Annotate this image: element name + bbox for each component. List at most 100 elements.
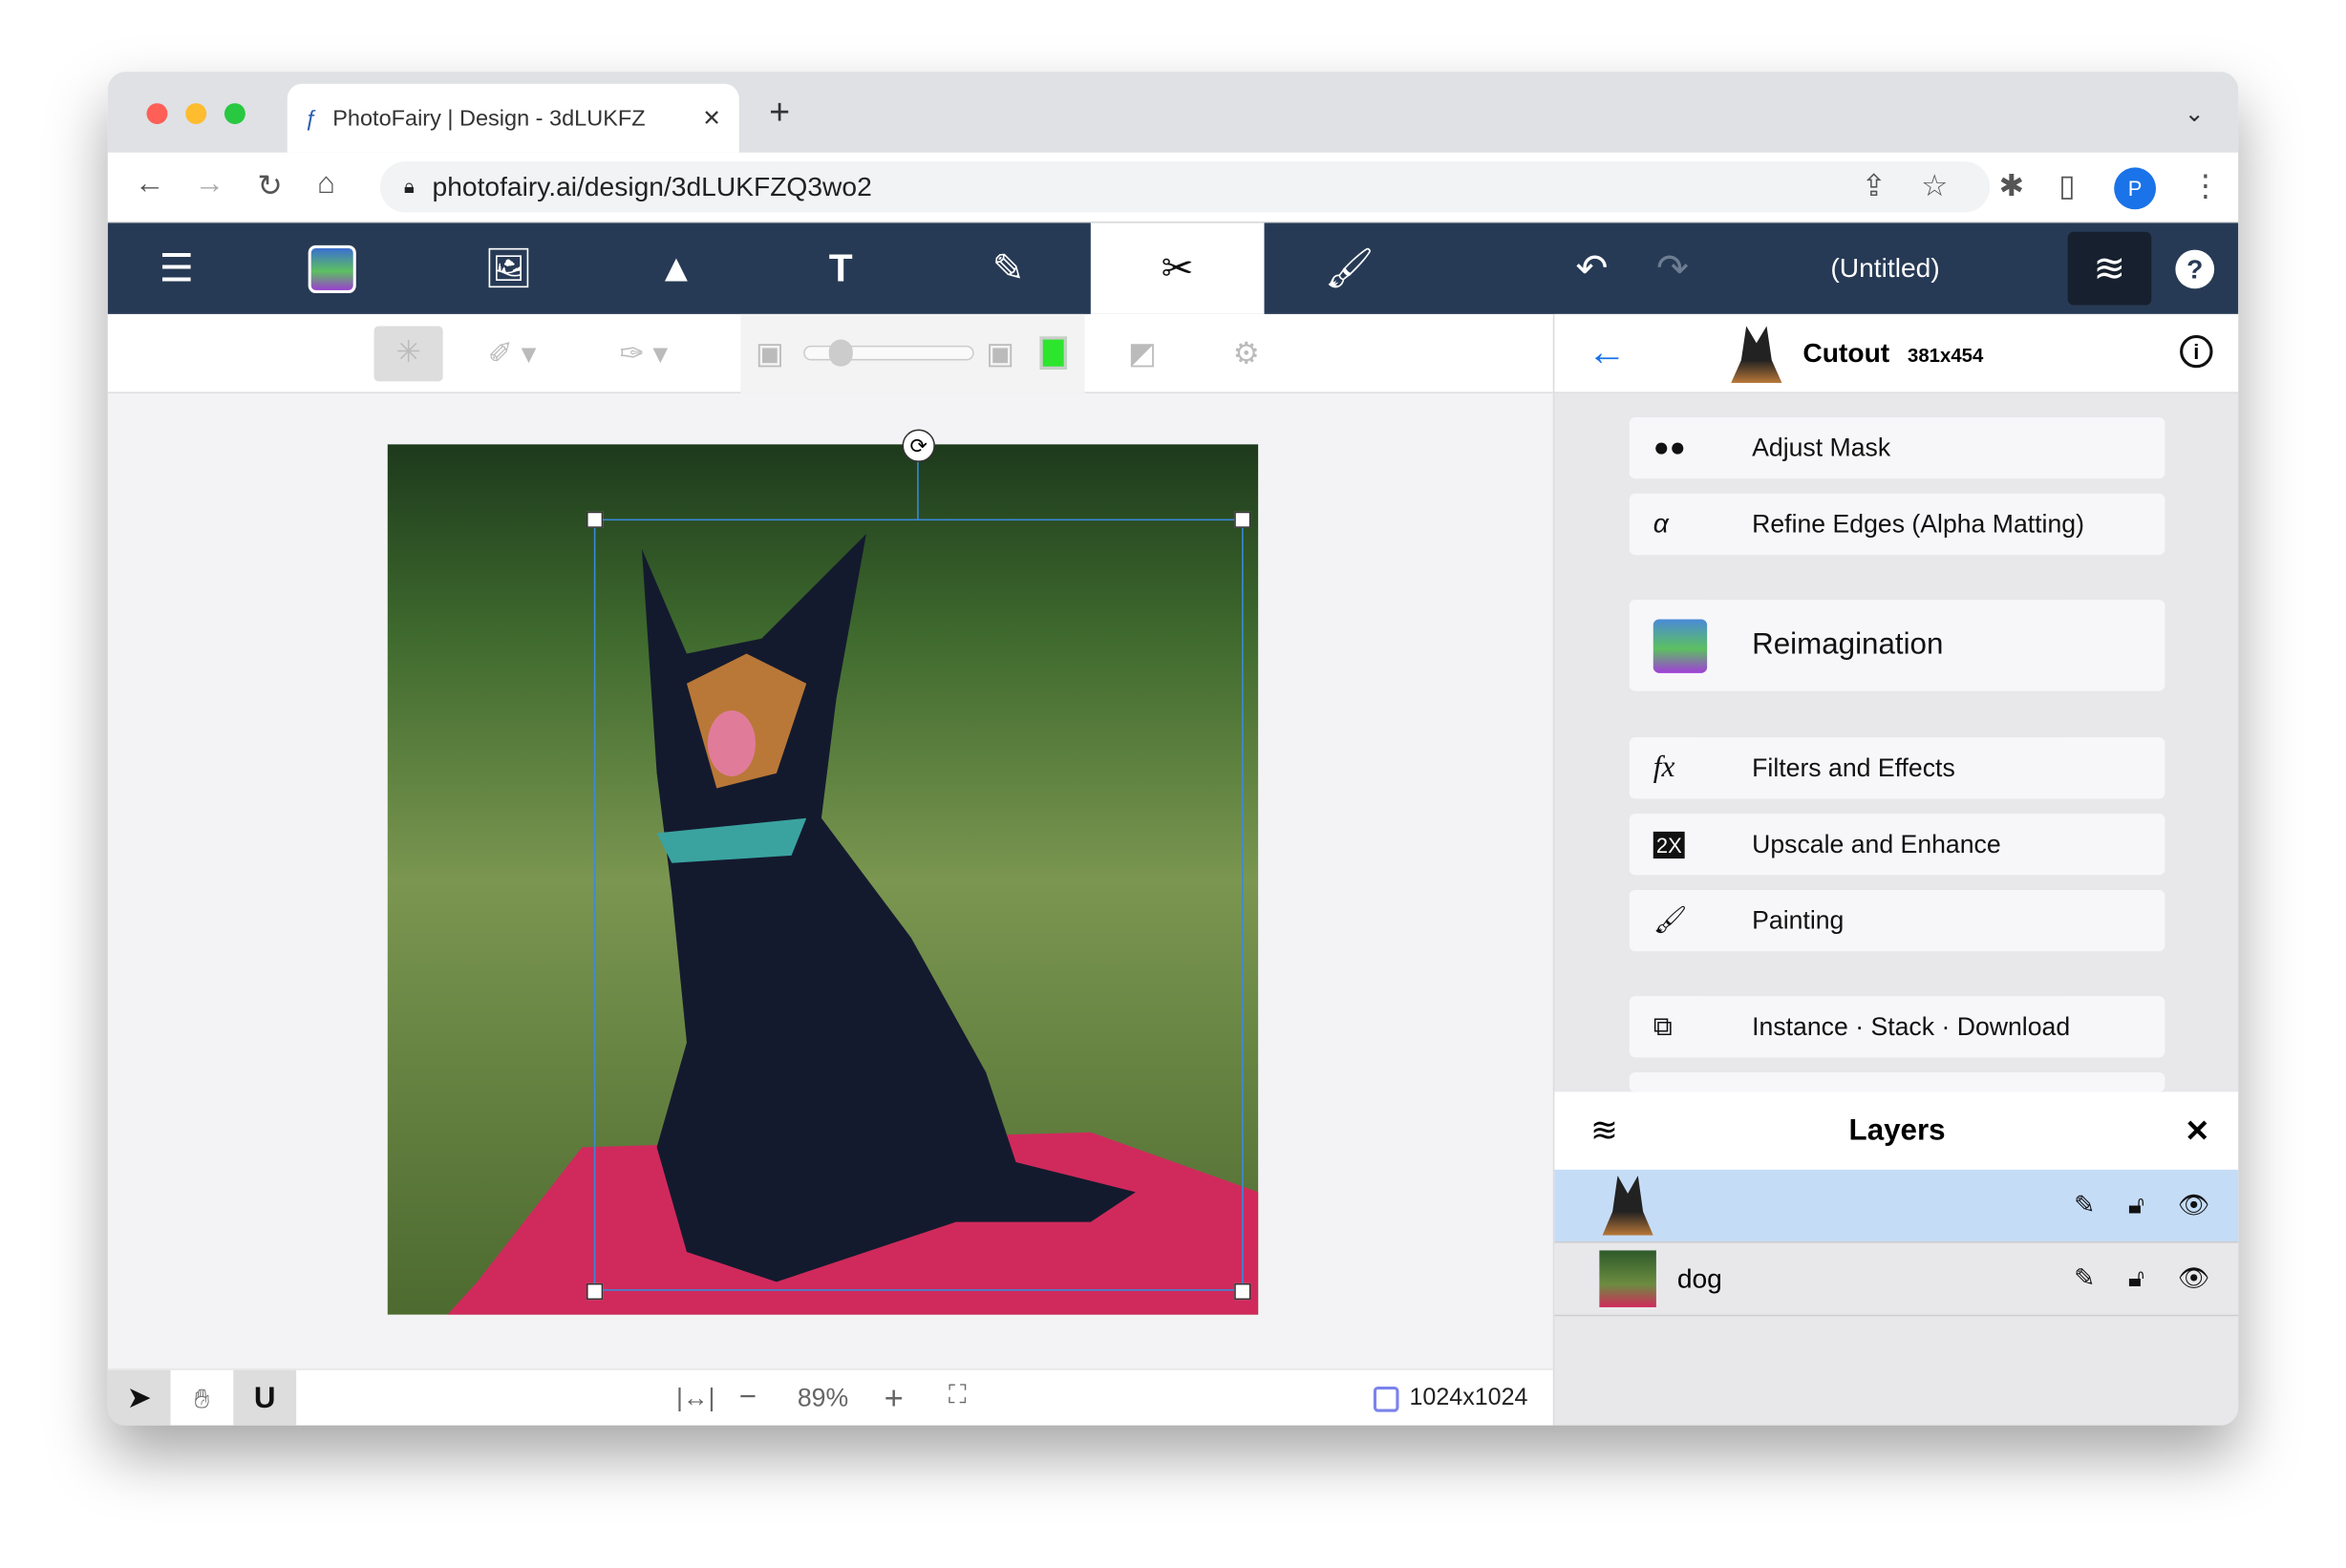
new-tab-button[interactable]: + xyxy=(769,93,790,135)
share-icon[interactable]: ⇪ xyxy=(1861,167,1886,204)
back-arrow-icon[interactable]: ← xyxy=(1588,329,1627,376)
cutout-toolbar: ✳ ✐ ▾ ✑ ▾ ▣ ▣ ◩ ⚙ xyxy=(107,313,1553,393)
menu-refine-edges[interactable]: α Refine Edges (Alpha Matting) xyxy=(1629,493,2165,556)
resize-handle[interactable] xyxy=(1234,511,1251,528)
lock-layer-icon[interactable]: 🔓︎ xyxy=(2128,1191,2144,1220)
app-toolbar: ☰ 🖼︎ ▲ T ✎ ✂ 🖌︎ ↶ ↷ (Untitled) ≋ ? xyxy=(107,222,2239,314)
pan-hand-icon[interactable]: ✋︎ xyxy=(171,1370,234,1426)
canvas-size-icon[interactable] xyxy=(1373,1386,1399,1412)
close-layers-icon[interactable]: ✕ xyxy=(2185,1112,2209,1150)
profile-avatar[interactable]: P xyxy=(2114,167,2157,210)
browser-tab[interactable]: ƒ PhotoFairy | Design - 3dLUKFZ ✕ xyxy=(287,83,739,153)
shapes-tool-icon[interactable]: ▲ xyxy=(631,222,721,314)
mask-icon: ●● xyxy=(1653,432,1686,462)
fairy-logo-icon: ƒ xyxy=(305,105,318,132)
slider-handle[interactable] xyxy=(828,339,853,367)
menu-label: Refine Edges (Alpha Matting) xyxy=(1752,509,2084,539)
select-pointer-icon[interactable]: ➤ xyxy=(107,1369,171,1426)
url-text: photofairy.ai/design/3dLUKFZQ3wo2 xyxy=(432,171,872,201)
upscale-icon-wrap: 2X xyxy=(1630,829,1752,860)
tab-list-chevron-icon[interactable]: ⌄ xyxy=(2185,98,2205,128)
menu-adjust-mask[interactable]: ●● Adjust Mask xyxy=(1629,416,2165,479)
brush-size-group: ▣ ▣ xyxy=(740,313,1085,393)
cutout-tool-icon[interactable]: ✂ xyxy=(1090,222,1265,314)
image-tool-icon[interactable]: 🖼︎ xyxy=(464,222,554,314)
visibility-eye-icon[interactable]: 👁︎ xyxy=(2178,1191,2210,1220)
canvas-area[interactable]: ⟳ xyxy=(107,392,1553,1369)
more-menu-icon[interactable]: ⋮ xyxy=(2190,167,2220,204)
menu-reimagination[interactable]: Reimagination xyxy=(1629,600,2165,691)
menu-filters[interactable]: fx Filters and Effects xyxy=(1629,737,2165,799)
rotate-handle-icon[interactable]: ⟳ xyxy=(902,429,935,462)
document-title[interactable]: (Untitled) xyxy=(1754,253,2017,285)
maximize-window-button[interactable] xyxy=(224,103,245,125)
bookmark-star-icon[interactable]: ☆ xyxy=(1921,167,1948,204)
close-window-button[interactable] xyxy=(146,103,168,125)
layer-row[interactable]: dog ✎ 🔓︎ 👁︎ xyxy=(1554,1242,2239,1317)
brush-size-slider[interactable] xyxy=(803,339,974,367)
tab-bar: ƒ PhotoFairy | Design - 3dLUKFZ ✕ + ⌄ xyxy=(107,72,2239,153)
reimagination-tool-button[interactable] xyxy=(288,222,377,314)
resize-handle[interactable] xyxy=(586,511,604,528)
redo-icon[interactable]: ↷ xyxy=(1628,222,1717,314)
reload-icon[interactable]: ↻ xyxy=(257,167,282,204)
menu-more[interactable] xyxy=(1629,1072,2165,1092)
brush-tool-icon[interactable]: 🖌︎ xyxy=(1305,222,1395,314)
auto-select-button[interactable]: ✳ xyxy=(373,326,443,382)
selection-box[interactable] xyxy=(593,519,1244,1291)
menu-label: Reimagination xyxy=(1752,627,1944,662)
mask-color-swatch[interactable] xyxy=(1039,336,1067,370)
visibility-eye-icon[interactable]: 👁︎ xyxy=(2178,1264,2210,1294)
settings-gear-icon[interactable]: ⚙ xyxy=(1233,335,1260,372)
fullscreen-icon[interactable]: ⛶ xyxy=(949,1381,967,1410)
edit-layer-icon[interactable]: ✎ xyxy=(2074,1191,2095,1220)
url-field[interactable]: 🔒︎ photofairy.ai/design/3dLUKFZQ3wo2 xyxy=(379,161,1991,213)
minimize-window-button[interactable] xyxy=(185,103,207,125)
small-image-icon: ▣ xyxy=(755,337,784,371)
undo-icon[interactable]: ↶ xyxy=(1547,222,1637,314)
menu-label: Upscale and Enhance xyxy=(1752,829,2001,858)
add-brush-icon[interactable]: ✐ ▾ xyxy=(488,335,537,372)
edit-layer-icon[interactable]: ✎ xyxy=(2074,1264,2095,1294)
zoom-in-icon[interactable]: + xyxy=(885,1379,904,1418)
lock-icon: 🔒︎ xyxy=(403,175,415,198)
snap-magnet-icon[interactable]: U xyxy=(233,1369,297,1426)
layers-header: ≋ Layers ✕ xyxy=(1554,1091,2238,1169)
pen-tool-icon[interactable]: ✎ xyxy=(964,222,1054,314)
alpha-icon: α xyxy=(1653,508,1669,539)
brush-icon: 🖌︎ xyxy=(1653,904,1688,935)
tab-title: PhotoFairy | Design - 3dLUKFZ xyxy=(332,105,646,132)
zoom-out-icon[interactable]: − xyxy=(739,1381,757,1415)
back-icon[interactable]: ← xyxy=(135,167,164,201)
canvas-size[interactable]: 1024x1024 xyxy=(1409,1385,1527,1411)
menu-painting[interactable]: 🖌︎ Painting xyxy=(1629,889,2165,952)
menu-label: Filters and Effects xyxy=(1752,752,1955,782)
resize-handle[interactable] xyxy=(586,1282,604,1301)
right-panel: ← Cutout 381x454 i ●● Adjust Mask α Refine… xyxy=(1552,313,2239,1426)
hamburger-menu-icon[interactable]: ☰ xyxy=(132,222,222,314)
help-icon[interactable]: ? xyxy=(2175,249,2215,289)
resize-handle[interactable] xyxy=(1234,1282,1251,1301)
layers-toggle-icon[interactable]: ≋ xyxy=(2067,231,2152,306)
invert-mask-icon[interactable]: ◩ xyxy=(1128,335,1157,372)
address-bar-row: ← → ↻ ⌂ 🔒︎ photofairy.ai/design/3dLUKFZQ… xyxy=(107,152,2239,223)
text-tool-icon[interactable]: T xyxy=(796,222,885,314)
close-tab-icon[interactable]: ✕ xyxy=(702,105,721,132)
menu-label: Painting xyxy=(1752,905,1845,935)
layer-name: dog xyxy=(1676,1262,1722,1294)
bottom-bar: ➤ ✋︎ U |↔| − 89% + ⛶ 1024x1024 xyxy=(107,1368,1553,1426)
side-panel-icon[interactable]: ▯ xyxy=(2058,167,2075,204)
menu-instance-stack-download[interactable]: ⧉ Instance · Stack · Download xyxy=(1629,996,2165,1058)
extensions-icon[interactable]: ✱ xyxy=(1999,167,2024,204)
reimagination-icon xyxy=(1630,618,1752,673)
lock-layer-icon[interactable]: 🔓︎ xyxy=(2128,1264,2144,1294)
home-icon[interactable]: ⌂ xyxy=(317,167,335,201)
forward-icon[interactable]: → xyxy=(195,167,224,201)
upscale-icon: 2X xyxy=(1653,831,1685,859)
info-icon[interactable]: i xyxy=(2180,334,2213,369)
menu-upscale[interactable]: 2X Upscale and Enhance xyxy=(1629,814,2165,876)
erase-brush-icon[interactable]: ✑ ▾ xyxy=(619,335,668,372)
fit-width-icon[interactable]: |↔| xyxy=(676,1384,714,1413)
rotate-line xyxy=(917,453,919,519)
layer-row[interactable]: ✎ 🔓︎ 👁︎ xyxy=(1554,1169,2239,1243)
